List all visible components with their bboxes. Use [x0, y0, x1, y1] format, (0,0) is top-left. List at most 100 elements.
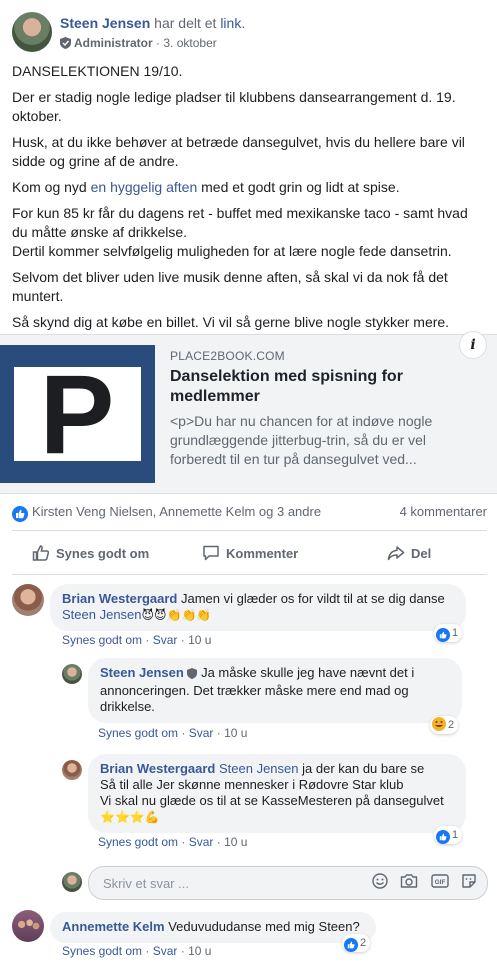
post-paragraph: For kun 85 kr får du dagens ret - buffet… [12, 204, 487, 261]
author-avatar[interactable] [12, 12, 52, 52]
comment-meta: Synes godt om · Svar · 10 u [62, 944, 212, 958]
post-header: Steen Jensen har delt et link. Administr… [12, 12, 492, 56]
divider [12, 574, 487, 575]
admin-shield-icon [187, 667, 198, 683]
admin-role: Administrator [74, 36, 153, 50]
commenter-avatar[interactable] [12, 910, 44, 942]
comment-like-link[interactable]: Synes godt om [98, 835, 178, 849]
divider [12, 530, 487, 531]
commenter-name[interactable]: Brian Westergaard [100, 761, 215, 776]
comment-time[interactable]: 10 u [224, 726, 247, 740]
like-label[interactable]: Synes godt om [56, 546, 149, 561]
current-user-avatar [62, 872, 82, 892]
reaction-names-text[interactable]: Kirsten Veng Nielsen, Annemette Kelm og … [32, 504, 321, 519]
comment-reaction-count[interactable]: 2 [342, 934, 371, 952]
share-button[interactable]: Del [387, 544, 431, 562]
reaction-count: 1 [452, 627, 459, 639]
comment-bubble: Brian Westergaard Jamen vi glæder os for… [50, 584, 466, 631]
comment-reaction-count[interactable]: 1 [434, 826, 463, 844]
reply-input-icons: GIF [364, 873, 477, 894]
comment-text: Veduvududanse med mig Steen? [168, 919, 360, 934]
comment-like-link[interactable]: Synes godt om [62, 944, 142, 958]
comment-reaction-count[interactable]: 2 [430, 716, 459, 734]
commenter-name[interactable]: Annemette Kelm [62, 919, 165, 934]
paragraph-text: Kom og nyd [12, 179, 87, 195]
reply-input-box[interactable]: GIF [88, 866, 488, 900]
card-domain: PLACE2BOOK.COM [170, 349, 285, 363]
comment-bubble: Brian Westergaard Steen Jensen ja der ka… [88, 754, 466, 833]
gif-icon[interactable]: GIF [430, 873, 449, 894]
emoji-icon[interactable] [371, 873, 388, 894]
post-paragraph: Selvom det bliver uden live musik denne … [12, 269, 448, 304]
comment-text: Vi skal nu glæde os til at se KasseMeste… [100, 793, 444, 808]
commenter-avatar[interactable] [62, 760, 82, 780]
action-row: Synes godt om Kommenter Del [12, 538, 487, 570]
comment-reply-link[interactable]: Svar [153, 944, 178, 958]
comment-text: Jamen vi glæder os for vildt til at se d… [180, 591, 445, 606]
reaction-count: 1 [452, 829, 459, 841]
comment-time[interactable]: 10 u [188, 633, 211, 647]
reaction-count: 2 [360, 937, 367, 949]
comment-like-link[interactable]: Synes godt om [62, 633, 142, 647]
logo-letter: P [40, 352, 115, 477]
comment-bubble: Steen Jensen Ja måske skulle jeg have næ… [88, 658, 462, 723]
comment-meta: Synes godt om · Svar · 10 u [98, 726, 248, 740]
author-name[interactable]: Steen Jensen [60, 15, 150, 31]
svg-text:GIF: GIF [434, 879, 445, 886]
comment-reply-link[interactable]: Svar [189, 835, 214, 849]
comment-reply-link[interactable]: Svar [153, 633, 178, 647]
card-title[interactable]: Danselektion med spisning for medlemmer [170, 367, 470, 407]
like-reaction-icon [344, 938, 358, 952]
like-reaction-icon [12, 506, 28, 522]
comment-reaction-count[interactable]: 1 [434, 624, 463, 642]
place2book-logo[interactable]: P [0, 345, 155, 483]
mention-link[interactable]: Steen Jensen [219, 761, 299, 776]
reaction-names[interactable]: Kirsten Veng Nielsen, Annemette Kelm og … [12, 504, 321, 522]
laugh-reaction-icon [432, 717, 446, 731]
commenter-avatar[interactable] [62, 664, 82, 684]
mention-link[interactable]: Steen Jensen [62, 607, 142, 622]
like-reaction-icon [436, 628, 450, 642]
comment-reply-link[interactable]: Svar [189, 726, 214, 740]
comment-text: ja der kan du bare se [302, 761, 425, 776]
comment-bubble: Annemette Kelm Veduvududanse med mig Ste… [50, 912, 376, 943]
post-date[interactable]: 3. oktober [163, 36, 216, 50]
inline-link[interactable]: en hyggelig aften [91, 179, 198, 195]
camera-icon[interactable] [400, 873, 418, 894]
paragraph-text: med et godt grin og lidt at spise. [201, 179, 400, 195]
post-paragraph: Så skynd dig at købe en billet. Vi vil s… [12, 314, 450, 330]
like-button[interactable]: Synes godt om [32, 544, 149, 562]
post-paragraph: Kom og nyd en hyggelig aften med et godt… [12, 178, 487, 197]
commenter-avatar[interactable] [12, 584, 44, 616]
card-description: <p>Du har nu chancen for at indøve nogle… [170, 413, 433, 467]
comment-label[interactable]: Kommenter [226, 546, 298, 561]
post-action-text: har delt et [154, 15, 217, 31]
shared-link[interactable]: link. [220, 15, 245, 31]
paragraph-line: Dertil kommer selvfølgelig muligheden fo… [12, 243, 452, 259]
thumbs-up-icon [32, 545, 50, 561]
commenter-name[interactable]: Brian Westergaard [62, 591, 177, 606]
comment-button[interactable]: Kommenter [202, 544, 298, 562]
paragraph-line: For kun 85 kr får du dagens ret - buffet… [12, 205, 468, 240]
comment-emojis: ⭐⭐⭐💪 [100, 810, 160, 824]
post-body: DANSELEKTIONEN 19/10. Der er stadig nogl… [12, 62, 487, 339]
reply-input[interactable] [101, 875, 335, 892]
sticker-icon[interactable] [461, 873, 477, 894]
share-label[interactable]: Del [411, 546, 431, 561]
post-paragraph: Husk, at du ikke behøver at betræde dans… [12, 134, 465, 169]
comment-time[interactable]: 10 u [188, 944, 211, 958]
comment-emojis: 😈😈👏👏👏 [141, 608, 212, 622]
admin-shield-icon [60, 37, 71, 52]
comment-meta: Synes godt om · Svar · 10 u [98, 835, 248, 849]
comment-text: Så til alle Jer skønne mennesker i Rødov… [100, 777, 404, 792]
comment-time[interactable]: 10 u [224, 835, 247, 849]
link-preview-card[interactable]: P PLACE2BOOK.COM Danselektion med spisni… [0, 331, 497, 494]
comments-count[interactable]: 4 kommentarer [400, 504, 487, 519]
post-paragraph: Der er stadig nogle ledige pladser til k… [12, 89, 456, 124]
comment-like-link[interactable]: Synes godt om [98, 726, 178, 740]
reaction-count: 2 [448, 719, 455, 731]
post-paragraph: DANSELEKTIONEN 19/10. [12, 63, 183, 79]
info-icon[interactable]: i [459, 331, 487, 359]
comment-icon [203, 545, 219, 561]
commenter-name[interactable]: Steen Jensen [100, 665, 184, 680]
